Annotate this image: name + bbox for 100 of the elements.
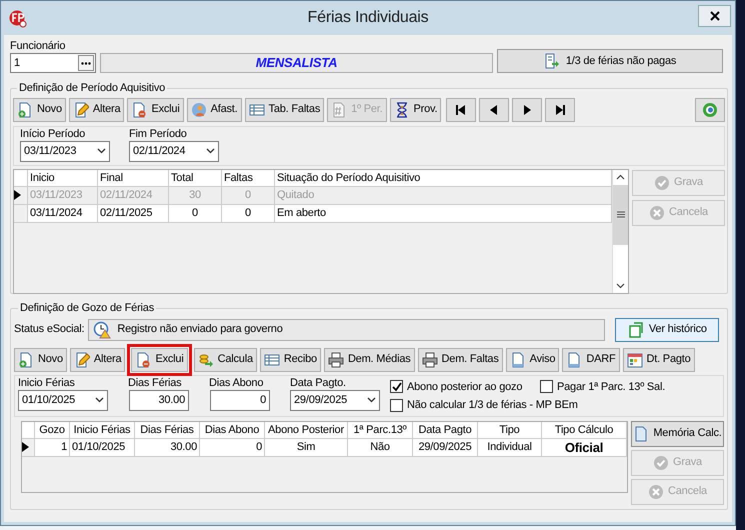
- x-circle-icon: [649, 204, 666, 220]
- toolbar-button[interactable]: Exclui: [127, 98, 184, 122]
- employee-field[interactable]: 1: [10, 53, 96, 73]
- table-cell: 1: [35, 438, 70, 456]
- toolbar-button[interactable]: Aviso: [506, 348, 560, 372]
- document-corner-icon: [628, 322, 644, 338]
- app-logo-icon: [9, 10, 27, 28]
- column-header[interactable]: Total: [169, 170, 222, 186]
- scroll-thumb[interactable]: [613, 184, 628, 244]
- toolbar-button[interactable]: Recibo: [260, 348, 321, 372]
- column-header[interactable]: Dias Férias: [135, 422, 200, 438]
- dropdown-caret-icon: [367, 397, 376, 403]
- number-field[interactable]: 30.00: [129, 390, 189, 410]
- toolbar-button[interactable]: Prov.: [390, 98, 442, 122]
- toolbar-button[interactable]: Afast.: [186, 98, 242, 122]
- hash-icon: [331, 102, 348, 118]
- column-header[interactable]: Data Pagto: [413, 422, 478, 438]
- checkbox[interactable]: [540, 380, 553, 394]
- clock-warning-icon: [93, 320, 112, 338]
- number-field[interactable]: 0: [210, 390, 270, 410]
- column-header[interactable]: Tipo Cálculo: [542, 422, 627, 438]
- table-cell: 01/10/2025: [70, 438, 135, 456]
- table-cell: Individual: [478, 438, 542, 456]
- status-text: Registro não enviado para governo: [117, 322, 283, 338]
- history-button[interactable]: Ver histórico: [615, 318, 720, 342]
- table-cell: Não: [348, 438, 413, 456]
- coins-arrow-icon: [198, 352, 214, 368]
- checkbox[interactable]: [390, 398, 403, 412]
- field-label: Inicio Férias: [18, 376, 76, 390]
- dropdown-caret-icon: [97, 148, 106, 154]
- toolbar-button[interactable]: Tab. Faltas: [244, 98, 324, 122]
- row-marker-cell[interactable]: [22, 438, 35, 456]
- person-icon: [190, 102, 207, 118]
- toolbar-button[interactable]: Novo: [13, 98, 66, 122]
- document-arrow-icon: [544, 53, 560, 69]
- column-header[interactable]: Inicio: [28, 170, 98, 186]
- table-cell: 02/11/2024: [98, 186, 169, 204]
- checkbox-label: Abono posterior ao gozo: [407, 380, 522, 394]
- field-label: Dias Férias: [128, 376, 182, 390]
- date-dropdown[interactable]: 29/09/2025: [290, 390, 380, 410]
- table-cell: 02/11/2025: [98, 204, 169, 222]
- close-button[interactable]: [698, 5, 731, 27]
- memo-button[interactable]: Memória Calc.: [631, 420, 724, 446]
- document-icon: [510, 352, 526, 368]
- toolbar-button[interactable]: DARF: [562, 348, 620, 372]
- printer-icon: [328, 352, 344, 368]
- browse-button[interactable]: [78, 55, 94, 71]
- table-icon: [248, 102, 265, 118]
- row-marker-cell[interactable]: [14, 204, 28, 222]
- document-icon: [633, 426, 650, 442]
- pencil-icon: [72, 102, 89, 118]
- column-header[interactable]: Dias Abono: [200, 422, 265, 438]
- group-title: Definição de Período Aquisitivo: [18, 81, 166, 96]
- column-header[interactable]: Situação do Período Aquisitivo: [275, 170, 612, 186]
- toolbar-button[interactable]: Dem. Faltas: [418, 348, 503, 372]
- row-pointer-icon: [14, 190, 21, 200]
- grip-icon: [616, 211, 624, 218]
- toolbar-button[interactable]: Novo: [14, 348, 67, 372]
- nav-button[interactable]: [446, 98, 476, 122]
- check-circle-icon: [654, 174, 670, 190]
- checkbox-label: Não calcular 1/3 de férias - MP BEm: [407, 398, 578, 413]
- table-cell: 0: [222, 186, 275, 204]
- grid-corner: [22, 422, 35, 438]
- nav-button[interactable]: [479, 98, 510, 122]
- table-cell: Quitado: [275, 186, 612, 204]
- scrollbar[interactable]: [612, 170, 628, 292]
- dropdown-caret-icon: [95, 397, 104, 403]
- document-minus-icon: [135, 352, 152, 368]
- document-minus-icon: [131, 102, 148, 118]
- date-dropdown[interactable]: 01/10/2025: [18, 390, 108, 410]
- nav-button[interactable]: [545, 98, 576, 122]
- toolbar-button[interactable]: Calcula: [194, 348, 257, 372]
- checkbox-label: Pagar 1ª Parc. 13º Sal.: [557, 380, 666, 394]
- table-icon: [264, 352, 280, 368]
- date-dropdown[interactable]: 03/11/2023: [20, 140, 110, 162]
- nav-button[interactable]: [512, 98, 542, 122]
- toolbar-button[interactable]: Dem. Médias: [324, 348, 415, 372]
- unpaid-third-button[interactable]: 1/3 de férias não pagas: [497, 49, 723, 73]
- column-header[interactable]: Gozo: [35, 422, 70, 438]
- column-header[interactable]: Faltas: [222, 170, 275, 186]
- refresh-icon: [702, 102, 718, 118]
- column-header[interactable]: Abono Posterior: [265, 422, 348, 438]
- row-marker-cell[interactable]: [14, 186, 28, 204]
- column-header[interactable]: Final: [98, 170, 169, 186]
- date-dropdown[interactable]: 02/11/2024: [129, 140, 219, 162]
- table-cell: Sim: [265, 438, 348, 456]
- toolbar-button[interactable]: Altera: [70, 348, 126, 372]
- more-icon: [81, 62, 91, 64]
- column-header[interactable]: 1ª Parc.13º: [348, 422, 413, 438]
- checkbox[interactable]: [390, 380, 403, 394]
- refresh-button[interactable]: [695, 98, 725, 122]
- table-cell: 30: [169, 186, 222, 204]
- table-cell: Oficial: [542, 438, 627, 456]
- toolbar-button[interactable]: Dt. Pagto: [622, 348, 695, 372]
- scroll-down-icon: [616, 282, 625, 288]
- column-header[interactable]: Inicio Férias: [70, 422, 135, 438]
- column-header[interactable]: Tipo: [478, 422, 542, 438]
- field-label: Fim Período: [129, 126, 188, 140]
- toolbar-button[interactable]: Altera: [68, 98, 124, 122]
- x-circle-icon: [648, 484, 664, 500]
